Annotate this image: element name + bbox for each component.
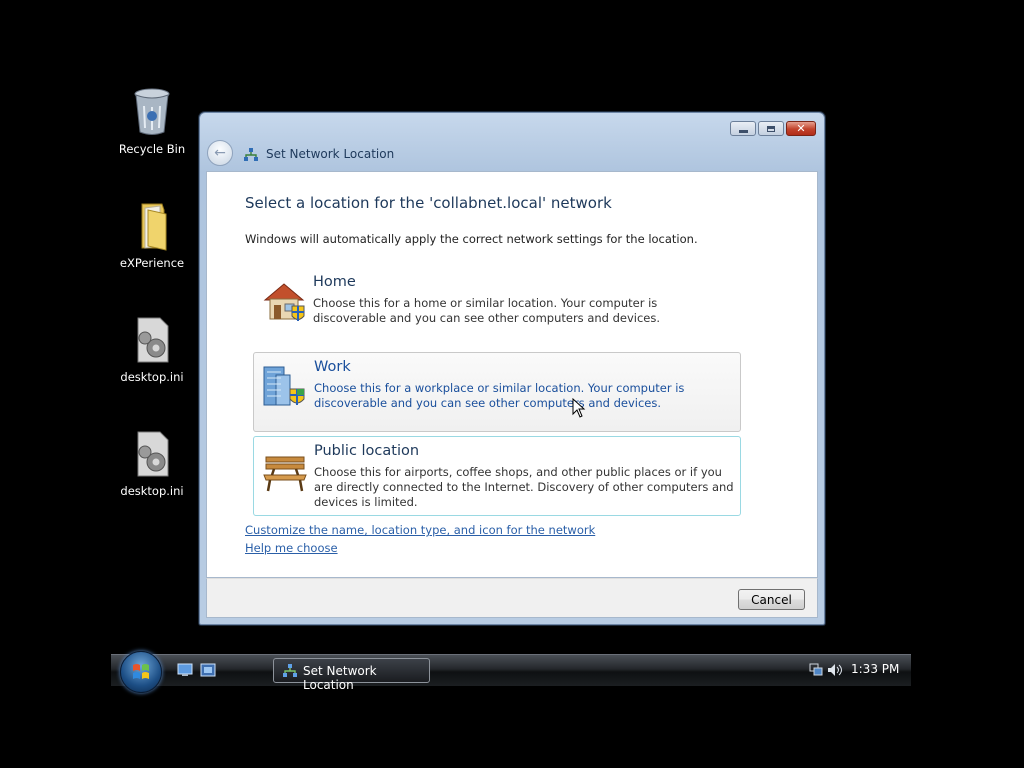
mouse-cursor-icon bbox=[572, 398, 586, 418]
maximize-icon bbox=[767, 125, 775, 132]
option-description: Choose this for a home or similar locati… bbox=[313, 296, 661, 325]
minimize-button[interactable] bbox=[730, 121, 756, 136]
close-button[interactable]: ✕ bbox=[786, 121, 816, 136]
park-bench-icon bbox=[263, 456, 307, 492]
network-icon bbox=[283, 664, 297, 677]
back-button[interactable]: ← bbox=[207, 140, 233, 166]
desktop-icon-desktop-ini[interactable]: desktop.ini bbox=[107, 428, 197, 498]
house-icon bbox=[263, 283, 305, 321]
system-tray bbox=[809, 662, 845, 681]
close-icon: ✕ bbox=[796, 122, 806, 135]
option-description: Choose this for airports, coffee shops, … bbox=[314, 465, 734, 509]
window-title: Set Network Location bbox=[266, 147, 395, 161]
page-heading: Select a location for the 'collabnet.loc… bbox=[245, 194, 612, 212]
page-description: Windows will automatically apply the cor… bbox=[245, 232, 698, 246]
settings-file-icon bbox=[128, 428, 176, 480]
location-option-work[interactable]: Work Choose this for a workplace or simi… bbox=[253, 352, 741, 432]
desktop-icon-experience-folder[interactable]: eXPerience bbox=[107, 200, 197, 270]
show-desktop-icon[interactable] bbox=[177, 663, 193, 677]
location-option-home[interactable]: Home Choose this for a home or similar l… bbox=[253, 268, 741, 348]
taskbar: Set Network Location 1:33 PM bbox=[111, 651, 911, 693]
desktop-icon-recycle-bin[interactable]: Recycle Bin bbox=[107, 86, 197, 156]
option-title: Home bbox=[313, 274, 356, 290]
set-network-location-window: ✕ ← Set Network Location Select a locati… bbox=[199, 112, 825, 625]
folder-icon bbox=[128, 200, 176, 252]
clock[interactable]: 1:33 PM bbox=[851, 662, 899, 676]
settings-file-icon bbox=[128, 314, 176, 366]
windows-logo-icon bbox=[133, 664, 149, 679]
volume-icon[interactable] bbox=[828, 664, 842, 676]
office-building-icon bbox=[263, 366, 305, 406]
desktop-icon-label: Recycle Bin bbox=[118, 142, 186, 156]
window-controls: ✕ bbox=[730, 121, 816, 136]
option-title: Work bbox=[314, 359, 351, 375]
network-icon bbox=[244, 148, 258, 161]
switch-windows-icon[interactable] bbox=[200, 663, 216, 677]
back-arrow-icon: ← bbox=[214, 145, 226, 161]
location-option-public[interactable]: Public location Choose this for airports… bbox=[253, 436, 741, 516]
desktop-icon-desktop-ini[interactable]: desktop.ini bbox=[107, 314, 197, 384]
help-me-choose-link[interactable]: Help me choose bbox=[245, 541, 338, 555]
option-description: Choose this for a workplace or similar l… bbox=[314, 381, 685, 410]
start-button[interactable] bbox=[120, 651, 162, 693]
desktop-icon-label: eXPerience bbox=[119, 256, 185, 270]
minimize-icon bbox=[738, 129, 748, 133]
option-title: Public location bbox=[314, 443, 420, 459]
desktop-icon-label: desktop.ini bbox=[120, 370, 184, 384]
desktop-icon-label: desktop.ini bbox=[120, 484, 184, 498]
taskbar-item-label: Set Network Location bbox=[303, 664, 377, 692]
maximize-button[interactable] bbox=[758, 121, 784, 136]
dialog-content: Select a location for the 'collabnet.loc… bbox=[206, 171, 818, 578]
recycle-bin-icon bbox=[128, 86, 176, 138]
dialog-footer: Cancel bbox=[206, 578, 818, 618]
network-tray-icon[interactable] bbox=[809, 663, 823, 676]
taskbar-item-set-network-location[interactable]: Set Network Location bbox=[273, 658, 430, 692]
customize-network-link[interactable]: Customize the name, location type, and i… bbox=[245, 523, 595, 537]
tray-icons bbox=[809, 663, 842, 676]
cancel-button[interactable]: Cancel bbox=[738, 589, 805, 610]
